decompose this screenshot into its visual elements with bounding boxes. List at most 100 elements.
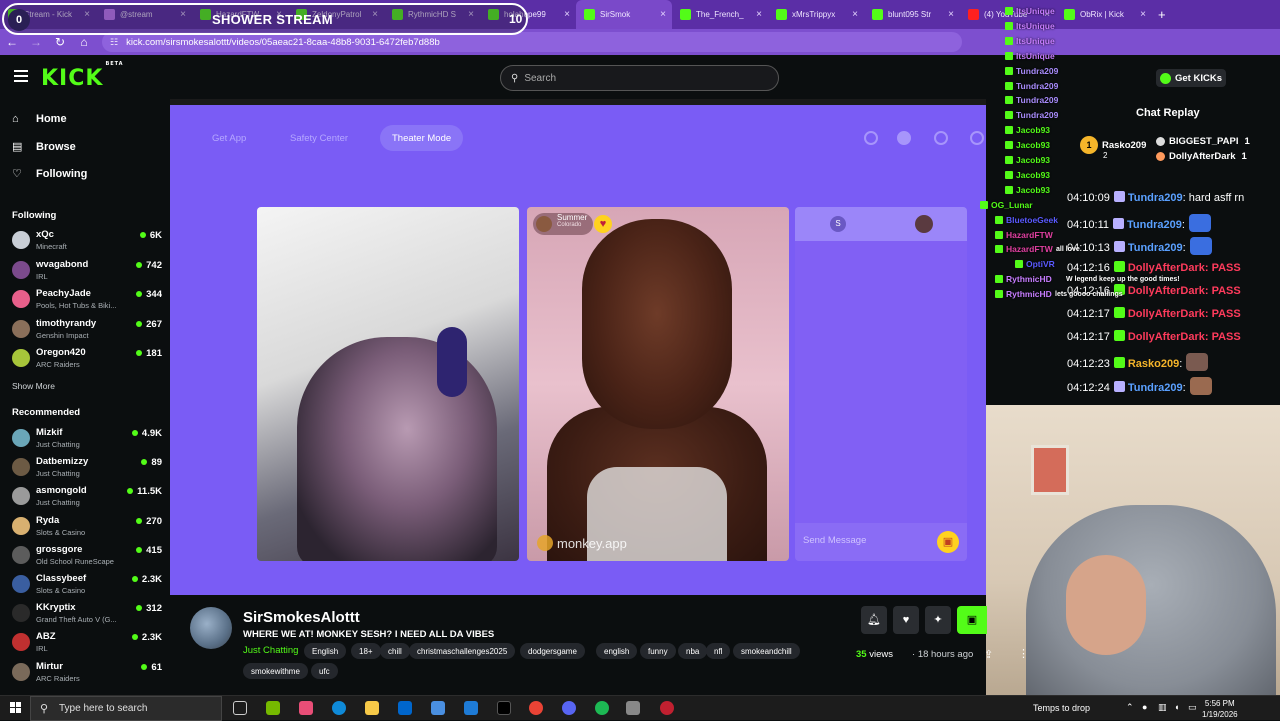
close-tab-icon[interactable]: ×: [564, 9, 570, 20]
clock[interactable]: 5:56 PM 1/19/2026: [1202, 698, 1238, 720]
stream-tag[interactable]: nba: [678, 643, 708, 659]
spotify-icon[interactable]: [595, 701, 609, 715]
close-tab-icon[interactable]: ×: [756, 9, 762, 20]
stream-tag[interactable]: smokewithme: [243, 663, 308, 679]
nvidia-icon[interactable]: [266, 701, 280, 715]
tray-chevron-icon[interactable]: ⌃: [1126, 702, 1134, 713]
network-icon[interactable]: ▥: [1158, 702, 1167, 713]
edge-icon[interactable]: [332, 701, 346, 715]
file-explorer-icon[interactable]: [365, 701, 379, 715]
stream-tag[interactable]: dodgersgame: [520, 643, 585, 659]
get-kicks-button[interactable]: Get KICKs: [1156, 69, 1226, 87]
leaderboard-first: 1 Rasko209: [1080, 136, 1146, 154]
sidebar-channel[interactable]: Mizkif Just Chatting 4.9K: [12, 426, 162, 454]
browser-tab[interactable]: blunt095 Str ×: [864, 0, 960, 29]
channel-category: Grand Theft Auto V (G...: [36, 615, 117, 625]
sparkle-icon[interactable]: ✦: [925, 606, 951, 634]
sidebar-channel[interactable]: asmongold Just Chatting 11.5K: [12, 484, 162, 512]
stream-tag[interactable]: ufc: [311, 663, 338, 679]
stream-tag[interactable]: funny: [640, 643, 676, 659]
video-player[interactable]: Get App Safety Center Theater Mode Summe…: [170, 99, 986, 595]
monkey-brand: monkey.app: [537, 535, 627, 551]
close-tab-icon[interactable]: ×: [948, 9, 954, 20]
share-icon[interactable]: ⇪: [984, 648, 993, 661]
reload-icon[interactable]: ↻: [48, 35, 72, 49]
url-field[interactable]: ☷ kick.com/sirsmokesalottt/videos/05aeac…: [102, 32, 962, 52]
stream-tag[interactable]: chill: [380, 643, 410, 659]
back-arrow-icon[interactable]: ←: [0, 35, 24, 49]
kick-logo[interactable]: KICKBETA: [41, 61, 124, 91]
weather-text[interactable]: Temps to drop: [1033, 703, 1090, 713]
menu-icon[interactable]: [14, 70, 28, 82]
close-tab-icon[interactable]: ×: [852, 9, 858, 20]
close-tab-icon[interactable]: ×: [1140, 9, 1146, 20]
sidebar-nav-following[interactable]: ♡ Following: [12, 167, 87, 181]
chrome-icon[interactable]: [529, 701, 543, 715]
channel-avatar[interactable]: [190, 607, 232, 649]
channel-name[interactable]: SirSmokesAlottt: [243, 609, 360, 626]
chat-username[interactable]: DollyAfterDark: [1128, 331, 1205, 343]
stream-tag[interactable]: smokeandchill: [733, 643, 800, 659]
more-options-icon[interactable]: ⋮: [1018, 647, 1029, 660]
sidebar-channel[interactable]: KKryptix Grand Theft Auto V (G... 312: [12, 601, 162, 629]
browser-tab[interactable]: The_French_ ×: [672, 0, 768, 29]
sidebar-channel[interactable]: ABZ IRL 2.3K: [12, 630, 162, 658]
microphone-icon[interactable]: ●: [1142, 702, 1147, 712]
site-info-icon[interactable]: ☷: [110, 37, 118, 48]
chat-username[interactable]: Tundra209: [1127, 219, 1182, 231]
copilot-icon[interactable]: [299, 701, 313, 715]
stream-tag[interactable]: english: [596, 643, 638, 659]
views-number: 35: [856, 649, 867, 660]
home-browser-icon[interactable]: ⌂: [72, 35, 96, 49]
stream-tag[interactable]: christmaschallenges2025: [409, 643, 516, 659]
chat-username[interactable]: Tundra209: [1128, 192, 1183, 204]
sidebar-nav-home[interactable]: ⌂ Home: [12, 113, 67, 125]
chat-username[interactable]: Tundra209: [1128, 242, 1183, 254]
browser-tab[interactable]: ObRix | Kick ×: [1056, 0, 1152, 29]
stream-tag[interactable]: nfl: [706, 643, 731, 659]
sidebar-channel[interactable]: Ryda Slots & Casino 270: [12, 514, 162, 542]
show-more-link[interactable]: Show More: [12, 381, 55, 391]
close-tab-icon[interactable]: ×: [660, 9, 666, 20]
windows-start-icon[interactable]: [10, 702, 22, 714]
browser-tab[interactable]: xMrsTrippyx ×: [768, 0, 864, 29]
store-icon[interactable]: [398, 701, 412, 715]
overlay-chat-name: RythmicHD: [1006, 289, 1052, 300]
app-icon[interactable]: [431, 701, 445, 715]
app-icon-3[interactable]: [626, 701, 640, 715]
sidebar-channel[interactable]: Mirtur ARC Raiders 61: [12, 660, 162, 688]
taskbar-search[interactable]: ⚲ Type here to search: [30, 696, 222, 721]
bell-icon[interactable]: 🔔︎: [861, 606, 887, 634]
browser-tab[interactable]: SirSmok ×: [576, 0, 672, 29]
follow-heart-icon[interactable]: ♥: [893, 606, 919, 634]
chat-username[interactable]: DollyAfterDark: [1128, 262, 1205, 274]
chat-message: 04:10:11 Tundra209:: [1067, 214, 1211, 233]
obs-icon[interactable]: [660, 701, 674, 715]
sidebar-channel[interactable]: xQc Minecraft 6K: [12, 228, 162, 256]
category-link[interactable]: Just Chatting: [243, 645, 298, 656]
sidebar-channel[interactable]: timothyrandy Genshin Impact 267: [12, 317, 162, 345]
chat-username[interactable]: DollyAfterDark: [1128, 308, 1205, 320]
volume-icon[interactable]: ◖: [1174, 702, 1179, 712]
search-input[interactable]: ⚲ Search: [500, 65, 779, 91]
task-view-icon[interactable]: [233, 701, 247, 715]
sidebar-channel[interactable]: PeachyJade Pools, Hot Tubs & Biki... 344: [12, 287, 162, 315]
forward-arrow-icon[interactable]: →: [24, 35, 48, 49]
chat-username[interactable]: DollyAfterDark: [1128, 285, 1205, 297]
battery-icon[interactable]: ▭: [1188, 702, 1197, 713]
app-icon-2[interactable]: [464, 701, 478, 715]
sidebar-nav-browse[interactable]: ▤ Browse: [12, 140, 76, 154]
sidebar-channel[interactable]: Oregon420 ARC Raiders 181: [12, 346, 162, 374]
sidebar-channel[interactable]: Classybeef Slots & Casino 2.3K: [12, 572, 162, 600]
sidebar-channel[interactable]: wvagabond IRL 742: [12, 258, 162, 286]
gift-sub-button[interactable]: ▣: [957, 606, 987, 634]
chat-username[interactable]: Rasko209: [1128, 358, 1179, 370]
sidebar-channel[interactable]: Datbemizzy Just Chatting 89: [12, 455, 162, 483]
stream-tag[interactable]: English: [304, 643, 347, 659]
new-tab-icon[interactable]: +: [1158, 7, 1166, 22]
sidebar-channel[interactable]: grossgore Old School RuneScape 415: [12, 543, 162, 571]
chat-username[interactable]: Tundra209: [1128, 382, 1183, 394]
tiktok-icon[interactable]: [497, 701, 511, 715]
stream-tag[interactable]: 18+: [351, 643, 381, 659]
discord-icon[interactable]: [562, 701, 576, 715]
